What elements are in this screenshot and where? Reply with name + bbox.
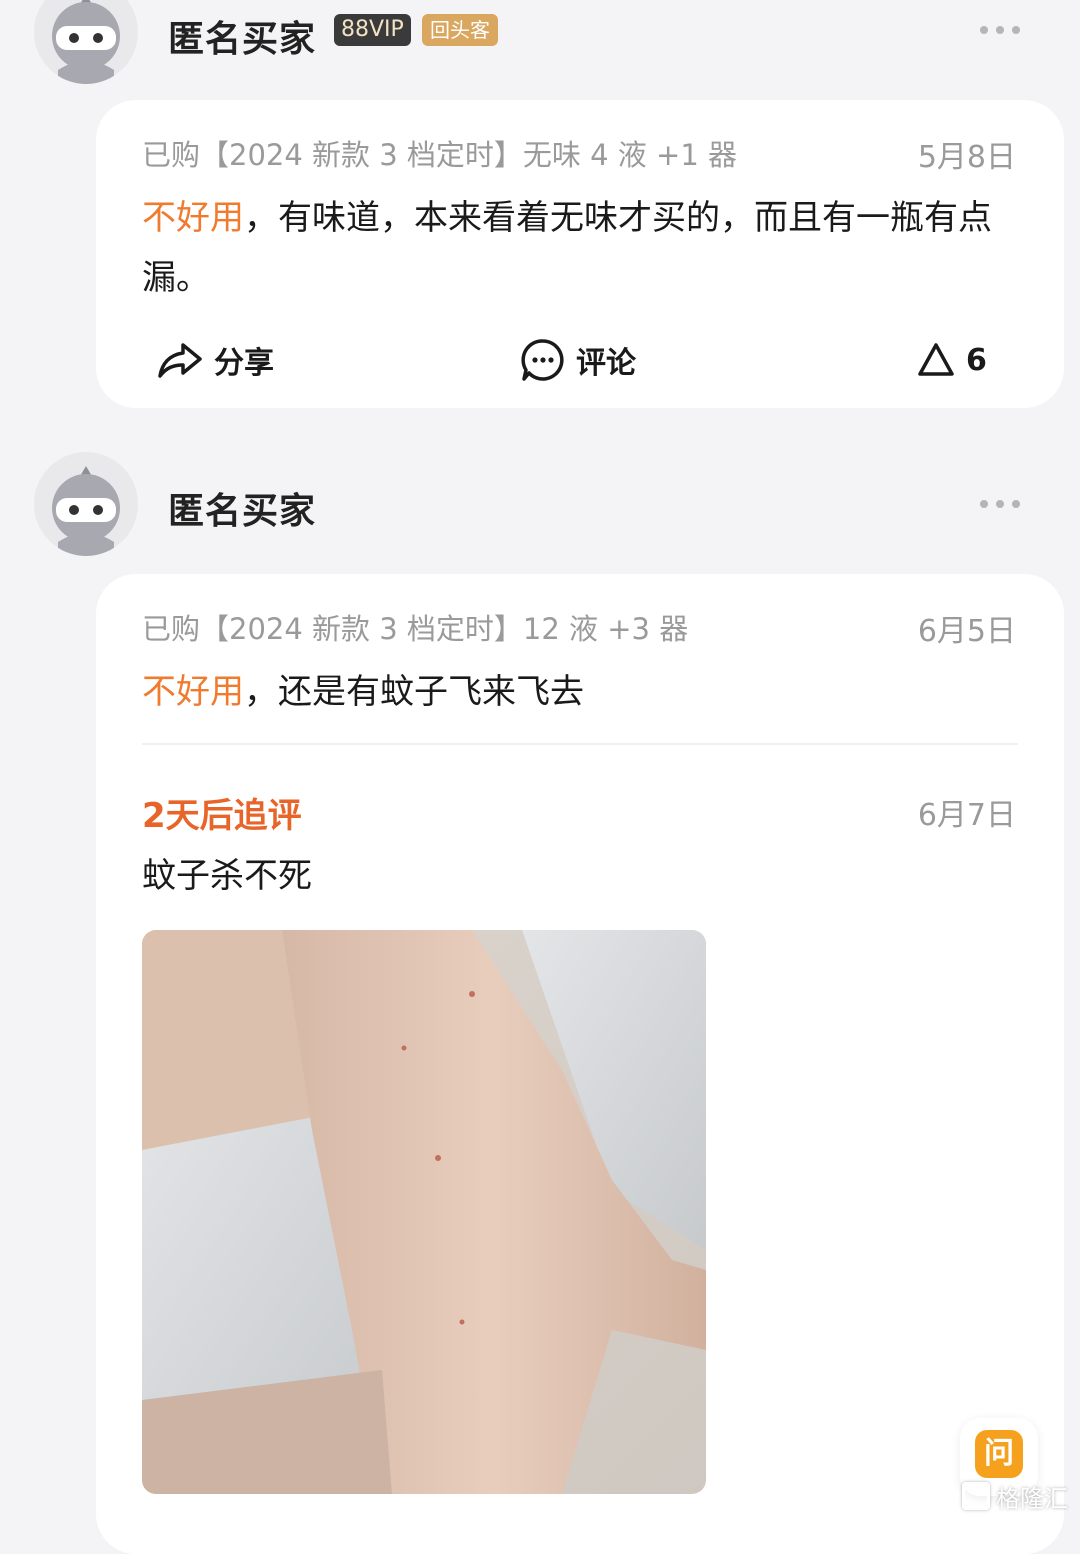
rating-word: 不好用 [142, 198, 244, 238]
purchased-product[interactable]: 已购【2024 新款 3 档定时】无味 4 液 +1 器 [142, 132, 737, 174]
review-1-header: 匿名买家 88VIP 回头客 [0, 0, 1080, 110]
share-button[interactable]: 分享 [156, 336, 274, 384]
more-icon[interactable] [980, 500, 1020, 512]
review-date: 5月8日 [917, 140, 1016, 175]
review-2-header: 匿名买家 [0, 452, 1080, 562]
avatar[interactable] [34, 452, 138, 556]
ask-icon: 问 [975, 1430, 1023, 1478]
watermark-text: 格隆汇 [996, 1484, 1068, 1513]
like-count: 6 [966, 342, 987, 378]
watermark: 格隆汇 [962, 1478, 1074, 1514]
review-text: 不好用，有味道，本来看着无味才买的，而且有一瓶有点漏。 [142, 188, 1002, 308]
watermark-logo-icon [962, 1482, 990, 1510]
review-text: 不好用，还是有蚊子飞来飞去 [142, 662, 1002, 722]
review-body: ，有味道，本来看着无味才买的，而且有一瓶有点漏。 [142, 198, 992, 298]
username: 匿名买家 [168, 491, 317, 532]
rating-word: 不好用 [142, 672, 244, 712]
username: 匿名买家 [168, 19, 317, 60]
followup-title: 2天后追评 [142, 796, 302, 836]
followup-date: 6月7日 [917, 798, 1016, 833]
divider [142, 743, 1018, 745]
review-body: ，还是有蚊子飞来飞去 [244, 672, 584, 712]
review-card: 已购【2024 新款 3 档定时】无味 4 液 +1 器 5月8日 不好用，有味… [96, 100, 1064, 408]
share-icon [158, 343, 202, 378]
like-button[interactable]: 6 [916, 336, 987, 384]
avatar[interactable] [34, 0, 138, 84]
avatar-icon [52, 0, 120, 84]
review-photo-image [142, 930, 706, 1494]
comment-label: 评论 [576, 346, 636, 381]
review-card: 已购【2024 新款 3 档定时】12 液 +3 器 6月5日 不好用，还是有蚊… [96, 574, 1064, 1554]
comment-icon [521, 339, 564, 381]
review-photo[interactable] [142, 930, 706, 1494]
more-icon[interactable] [980, 26, 1020, 38]
purchased-product[interactable]: 已购【2024 新款 3 档定时】12 液 +3 器 [142, 606, 688, 648]
like-icon [918, 343, 954, 376]
followup-text: 蚊子杀不死 [142, 856, 312, 896]
review-date: 6月5日 [917, 614, 1016, 649]
vip-badge: 88VIP [334, 14, 411, 46]
comment-button[interactable]: 评论 [520, 336, 636, 384]
returning-customer-badge: 回头客 [422, 14, 498, 46]
share-label: 分享 [214, 346, 274, 381]
avatar-icon [52, 466, 120, 556]
